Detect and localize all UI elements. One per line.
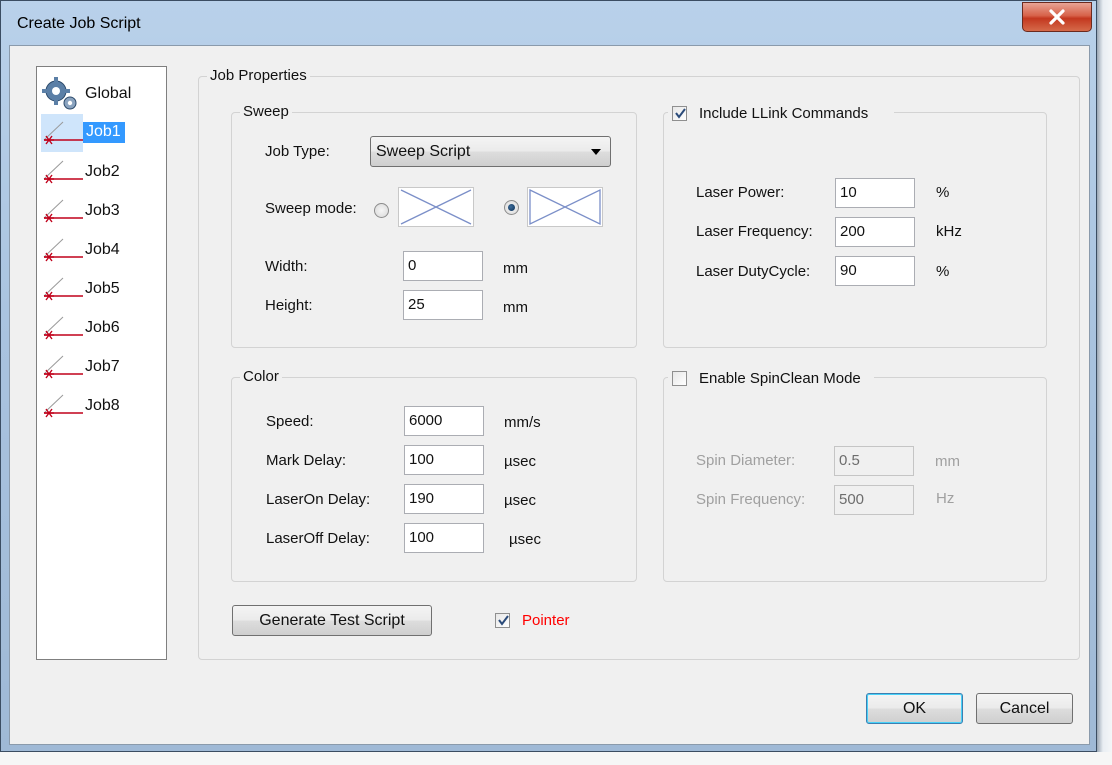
laser-beam-icon (41, 153, 83, 191)
llink-checkbox[interactable] (672, 106, 687, 121)
laser-power-input[interactable]: 10 (835, 178, 915, 208)
job-list-item-label: Global (85, 85, 132, 102)
laser-beam-icon (41, 387, 83, 425)
sweep-mode-diagram-1 (398, 187, 474, 227)
generate-test-script-button[interactable]: Generate Test Script (232, 605, 432, 636)
job-type-label: Job Type: (265, 143, 330, 160)
job-list-item-label: Job5 (85, 280, 120, 297)
spin-frequency-unit: Hz (936, 490, 955, 507)
laser-power-unit: % (936, 184, 950, 201)
job-type-dropdown[interactable]: Sweep Script (370, 136, 611, 167)
pointer-checkbox[interactable] (495, 613, 510, 628)
laser-dutycycle-unit: % (936, 263, 950, 280)
mark-delay-input[interactable]: 100 (404, 445, 484, 475)
title-bar[interactable]: Create Job Script (1, 1, 1096, 45)
job-list-item-global[interactable]: Global (41, 75, 165, 113)
laser-frequency-label: Laser Frequency: (696, 223, 813, 240)
gears-icon (41, 75, 83, 113)
cancel-button[interactable]: Cancel (976, 693, 1073, 724)
laser-beam-icon (41, 114, 83, 152)
laseron-delay-unit: µsec (504, 492, 536, 509)
checkmark-icon (498, 615, 509, 626)
job-list-item-label: Job7 (85, 358, 120, 375)
job-list-item-label: Job2 (85, 163, 120, 180)
close-icon (1049, 9, 1065, 25)
background-desktop (1097, 0, 1112, 765)
height-label: Height: (265, 297, 313, 314)
ok-button[interactable]: OK (866, 693, 963, 724)
job-list-item-job1[interactable]: Job1 (41, 114, 165, 152)
speed-unit: mm/s (504, 414, 541, 431)
job-list-item-label: Job1 (83, 122, 125, 143)
spinclean-group (663, 377, 1047, 582)
sweep-mode-label: Sweep mode: (265, 200, 357, 217)
width-unit: mm (503, 260, 528, 277)
job-list-item-label: Job8 (85, 397, 120, 414)
checkmark-icon (675, 108, 686, 119)
job-list-item-job8[interactable]: Job8 (41, 387, 165, 425)
sweep-group-label: Sweep (240, 103, 292, 120)
llink-label[interactable]: Include LLink Commands (699, 105, 868, 122)
spinclean-checkbox[interactable] (672, 371, 687, 386)
job-list-item-job4[interactable]: Job4 (41, 231, 165, 269)
job-list-item-job2[interactable]: Job2 (41, 153, 165, 191)
laser-dutycycle-input[interactable]: 90 (835, 256, 915, 286)
job-list-item-label: Job6 (85, 319, 120, 336)
job-list[interactable]: Global Job1 Job2 Job3 Job4 Job5 Job6 Job7 Job8 (36, 66, 167, 660)
speed-label: Speed: (266, 413, 314, 430)
background-desktop-bottom (0, 752, 1112, 765)
sweep-pattern-icon-2 (529, 188, 601, 226)
sweep-mode-radio-2[interactable] (504, 200, 519, 215)
job-list-item-label: Job3 (85, 202, 120, 219)
laser-power-label: Laser Power: (696, 184, 785, 201)
width-label: Width: (265, 258, 308, 275)
dialog-window: Create Job Script Global Job1 Job2 Job3 Job4… (0, 0, 1097, 752)
job-list-item-job5[interactable]: Job5 (41, 270, 165, 308)
sweep-mode-radio-1[interactable] (374, 203, 389, 218)
spin-diameter-unit: mm (935, 453, 960, 470)
laseron-delay-input[interactable]: 190 (404, 484, 484, 514)
mark-delay-label: Mark Delay: (266, 452, 347, 469)
speed-input[interactable]: 6000 (404, 406, 484, 436)
mark-delay-unit: µsec (504, 453, 536, 470)
spin-diameter-label: Spin Diameter: (696, 452, 796, 469)
color-group-label: Color (240, 368, 282, 385)
job-list-item-job6[interactable]: Job6 (41, 309, 165, 347)
window-title: Create Job Script (17, 15, 141, 32)
dialog-client-area: Global Job1 Job2 Job3 Job4 Job5 Job6 Job7 Job8 J… (9, 45, 1090, 745)
laseroff-delay-label: LaserOff Delay: (266, 530, 370, 547)
laser-beam-icon (41, 309, 83, 347)
spin-frequency-label: Spin Frequency: (696, 491, 806, 508)
laser-beam-icon (41, 192, 83, 230)
laser-dutycycle-label: Laser DutyCycle: (696, 263, 811, 280)
width-input[interactable]: 0 (403, 251, 483, 281)
laser-beam-icon (41, 270, 83, 308)
laseroff-delay-unit: µsec (509, 531, 541, 548)
laser-beam-icon (41, 231, 83, 269)
dropdown-arrow-icon (591, 149, 601, 155)
sweep-mode-diagram-2 (527, 187, 603, 227)
height-input[interactable]: 25 (403, 290, 483, 320)
laseroff-delay-input[interactable]: 100 (404, 523, 484, 553)
laser-frequency-unit: kHz (936, 223, 962, 240)
laseron-delay-label: LaserOn Delay: (266, 491, 371, 508)
job-type-value: Sweep Script (376, 143, 471, 160)
spin-frequency-input[interactable]: 500 (834, 485, 914, 515)
pointer-label[interactable]: Pointer (522, 612, 570, 629)
job-list-item-job3[interactable]: Job3 (41, 192, 165, 230)
laser-beam-icon (41, 348, 83, 386)
close-button[interactable] (1022, 2, 1092, 32)
job-list-item-label: Job4 (85, 241, 120, 258)
sweep-pattern-icon-1 (400, 189, 472, 225)
spinclean-label[interactable]: Enable SpinClean Mode (699, 370, 861, 387)
job-properties-label: Job Properties (207, 67, 310, 84)
laser-frequency-input[interactable]: 200 (835, 217, 915, 247)
spin-diameter-input[interactable]: 0.5 (834, 446, 914, 476)
height-unit: mm (503, 299, 528, 316)
job-list-item-job7[interactable]: Job7 (41, 348, 165, 386)
